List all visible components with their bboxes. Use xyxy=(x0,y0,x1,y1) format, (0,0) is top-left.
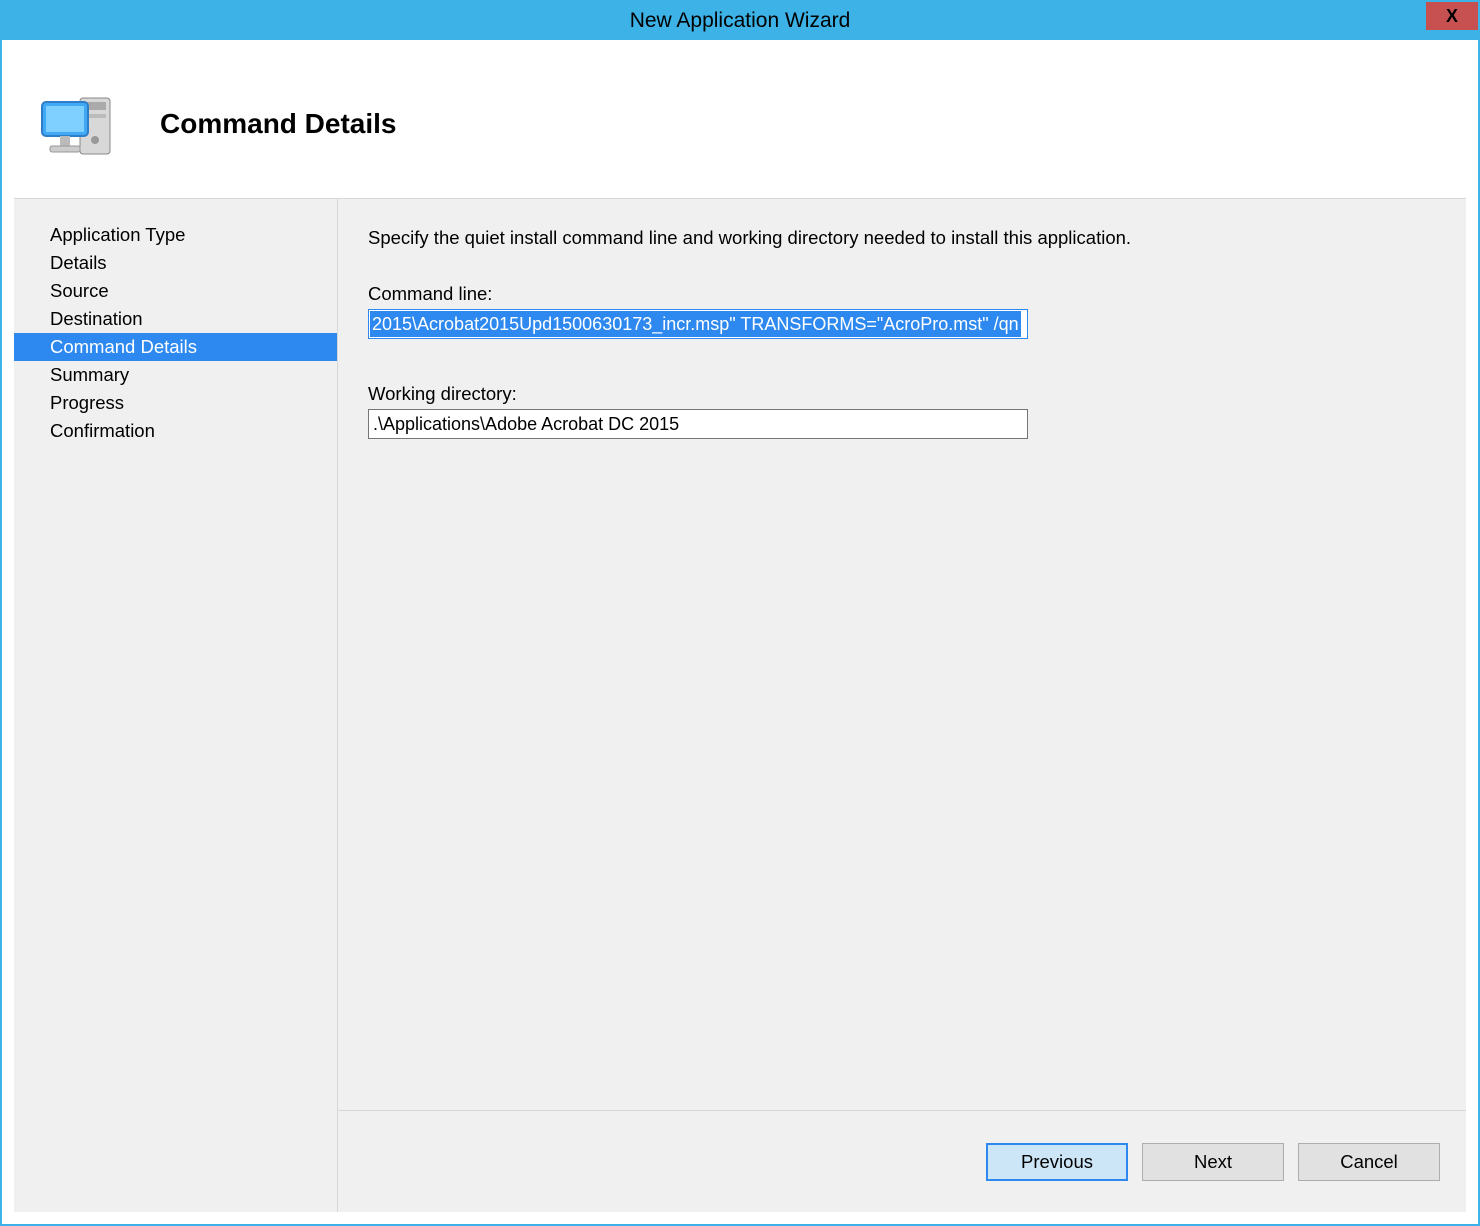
wizard-nav: Application Type Details Source Destinat… xyxy=(14,199,338,1212)
instruction-text: Specify the quiet install command line a… xyxy=(368,227,1436,249)
nav-item-application-type[interactable]: Application Type xyxy=(14,221,337,249)
nav-item-progress[interactable]: Progress xyxy=(14,389,337,417)
wizard-window: New Application Wizard X Command Details xyxy=(0,0,1480,1226)
nav-item-destination[interactable]: Destination xyxy=(14,305,337,333)
window-title: New Application Wizard xyxy=(630,9,851,33)
titlebar[interactable]: New Application Wizard X xyxy=(2,2,1478,40)
working-directory-label: Working directory: xyxy=(368,383,1436,405)
main-body: Specify the quiet install command line a… xyxy=(338,199,1466,1110)
nav-item-command-details[interactable]: Command Details xyxy=(14,333,337,361)
close-button[interactable]: X xyxy=(1426,2,1478,30)
command-line-value: 2015\Acrobat2015Upd1500630173_incr.msp" … xyxy=(370,311,1021,337)
working-directory-input[interactable]: .\Applications\Adobe Acrobat DC 2015 xyxy=(368,409,1028,439)
nav-item-details[interactable]: Details xyxy=(14,249,337,277)
wizard-header: Command Details xyxy=(14,50,1466,198)
next-button[interactable]: Next xyxy=(1142,1143,1284,1181)
content-area: Command Details Application Type Details… xyxy=(14,50,1466,1212)
working-directory-value: .\Applications\Adobe Acrobat DC 2015 xyxy=(373,414,679,435)
nav-item-summary[interactable]: Summary xyxy=(14,361,337,389)
cancel-button[interactable]: Cancel xyxy=(1298,1143,1440,1181)
application-icon xyxy=(36,80,120,169)
page-title: Command Details xyxy=(160,108,397,140)
wizard-footer: Previous Next Cancel xyxy=(338,1110,1466,1212)
wizard-body: Application Type Details Source Destinat… xyxy=(14,198,1466,1212)
wizard-main: Specify the quiet install command line a… xyxy=(338,199,1466,1212)
previous-button[interactable]: Previous xyxy=(986,1143,1128,1181)
command-line-label: Command line: xyxy=(368,283,1436,305)
close-icon: X xyxy=(1446,6,1458,27)
nav-item-source[interactable]: Source xyxy=(14,277,337,305)
command-line-group: Command line: 2015\Acrobat2015Upd1500630… xyxy=(368,283,1436,339)
command-line-input[interactable]: 2015\Acrobat2015Upd1500630173_incr.msp" … xyxy=(368,309,1028,339)
working-directory-group: Working directory: .\Applications\Adobe … xyxy=(368,383,1436,439)
nav-item-confirmation[interactable]: Confirmation xyxy=(14,417,337,445)
